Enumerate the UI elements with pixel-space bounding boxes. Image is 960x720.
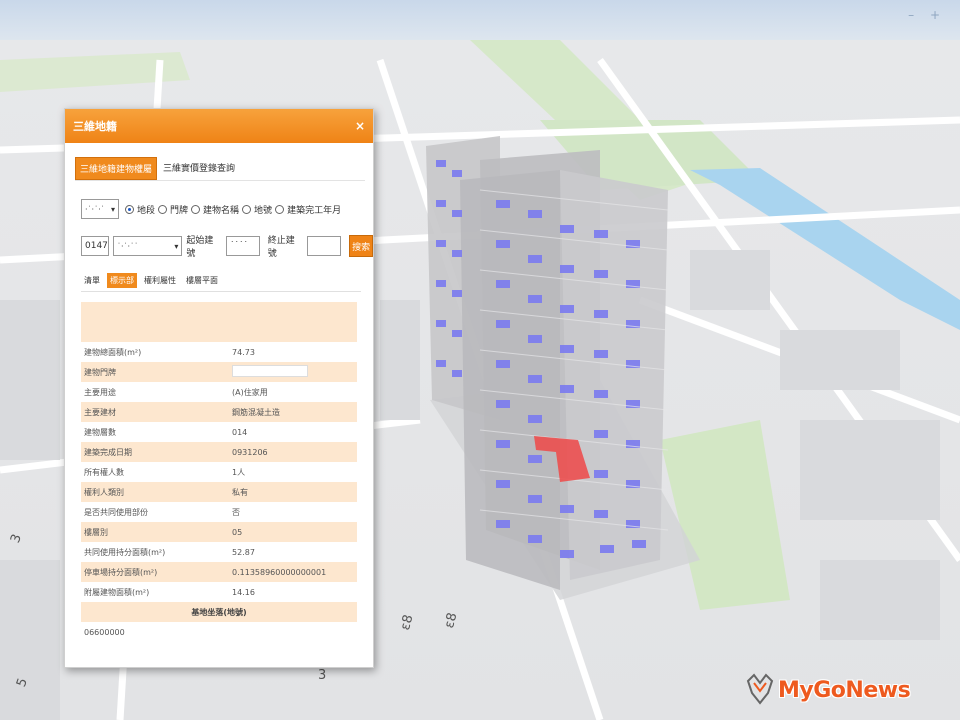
table-row: 樓層別 05 [81,522,357,542]
table-row: 建物門牌 [81,362,357,382]
table-row: 權利人類別 私有 [81,482,357,502]
section-code-input[interactable]: 0147 [81,236,109,256]
row-label: 樓層別 [81,522,229,542]
search-mode-radios: 地段 門牌 建物名稱 地號 建築完工年月 [125,203,341,216]
end-number-label: 終止建號 [267,236,295,259]
row-label: 權利人類別 [81,482,229,502]
radio-land-section[interactable] [125,204,134,214]
table-row: 共同使用持分面積(m²) 52.87 [81,542,357,562]
row-label: 建物門牌 [81,362,229,382]
table-row: 06600000 [81,622,357,642]
subtab-rights[interactable]: 權利屬性 [141,273,179,288]
row-value: 否 [232,507,240,517]
row-value: 014 [232,427,248,437]
brand-logo-icon [746,673,774,705]
chevron-down-icon: ▾ [110,204,115,214]
table-row: 停車場持分面積(m²) 0.11358960000000001 [81,562,357,582]
close-icon[interactable]: × [355,119,365,133]
panel-tabs: 三維地籍建物權屬 三維實價登錄查詢 [75,157,365,181]
panel-header: 三維地籍 × [65,109,373,143]
section-title: 基地坐落(地號) [81,602,357,622]
radio-label: 建物名稱 [203,205,240,216]
radio-completion-date[interactable] [275,204,285,214]
radio-label: 建築完工年月 [287,205,342,216]
park-area [660,420,790,610]
land-number-value: 06600000 [84,627,125,637]
table-section-header: 基地坐落(地號) [81,602,357,622]
zoom-controls[interactable]: – + [908,8,946,22]
start-number-label: 起始建號 [186,236,214,259]
row-label: 主要建材 [81,402,229,422]
row-label: 停車場持分面積(m²) [81,562,229,582]
search-input-row: 0147 ˙·˙·˙˙ ▾ 起始建號 ˙˙˙˙ 終止建號 搜索 [81,233,373,259]
row-label: 建築完成日期 [81,442,229,462]
start-number-input[interactable]: ˙˙˙˙ [226,236,260,256]
radio-building-name[interactable] [191,204,201,214]
subtab-marking[interactable]: 標示部 [107,273,137,288]
brand-name: MyGoNews [778,677,911,703]
row-label: 主要用途 [84,387,116,397]
watermark: MyGoNews [746,673,911,707]
building-detail-table: 建物總面積(m²) 74.73 建物門牌 主要用途 (A)住家用 主要建材 鋼筋… [81,302,357,642]
row-value: 14.16 [232,587,255,597]
road-label: 3 [318,668,327,683]
table-row: 主要用途 (A)住家用 [81,382,357,402]
row-label: 建物總面積(m²) [84,347,142,357]
row-label: 所有權人數 [84,467,124,477]
subtab-floor-plan[interactable]: 樓層平面 [183,273,221,288]
table-row [81,302,357,342]
tab-price-registry[interactable]: 三維實價登錄查詢 [159,157,239,180]
radio-address[interactable] [158,204,168,214]
chevron-down-icon: ▾ [174,241,179,251]
table-row: 是否共同使用部份 否 [81,502,357,522]
row-value: 05 [229,522,357,542]
row-value: 私有 [229,482,357,502]
section-select[interactable]: ˙·˙·˙˙ ▾ [113,236,183,256]
subtab-list[interactable]: 清單 [81,273,103,288]
panel-title: 三維地籍 [73,120,117,133]
tab-building-ownership[interactable]: 三維地籍建物權屬 [75,157,158,180]
row-value: 52.87 [232,547,255,557]
row-label: 附屬建物面積(m²) [84,587,150,597]
row-label: 共同使用持分面積(m²) [84,547,166,557]
radio-label: 門牌 [170,205,189,216]
table-row: 主要建材 鋼筋混凝土造 [81,402,357,422]
search-mode-row: ·˙·˙·˙ ▾ 地段 門牌 建物名稱 地號 建築完工年月 [81,199,373,219]
table-row: 建物層數 014 [81,422,357,442]
row-value: 0.11358960000000001 [229,562,357,582]
cadastral-panel: 三維地籍 × 三維地籍建物權屬 三維實價登錄查詢 ·˙·˙·˙ ▾ 地段 門牌 … [64,108,374,668]
row-label: 是否共同使用部份 [84,507,148,517]
end-number-input[interactable] [307,236,342,256]
row-value: 鋼筋混凝土造 [229,402,357,422]
row-value: 74.73 [232,347,255,357]
search-button[interactable]: 搜索 [349,235,373,257]
city-select[interactable]: ·˙·˙·˙ ▾ [81,199,119,219]
radio-label: 地號 [254,205,273,216]
table-row: 建物總面積(m²) 74.73 [81,342,357,362]
address-value-box [232,365,308,377]
detail-subtabs: 清單 標示部 權利屬性 樓層平面 [81,273,361,292]
row-value: 1人 [232,467,246,477]
table-row: 建築完成日期 0931206 [81,442,357,462]
table-row: 所有權人數 1人 [81,462,357,482]
row-value [229,362,357,382]
radio-land-number[interactable] [242,204,252,214]
radio-label: 地段 [137,205,156,216]
row-value: (A)住家用 [232,387,268,397]
row-label: 建物層數 [84,427,116,437]
building-3d [426,136,669,590]
table-row: 附屬建物面積(m²) 14.16 [81,582,357,602]
row-value: 0931206 [229,442,357,462]
